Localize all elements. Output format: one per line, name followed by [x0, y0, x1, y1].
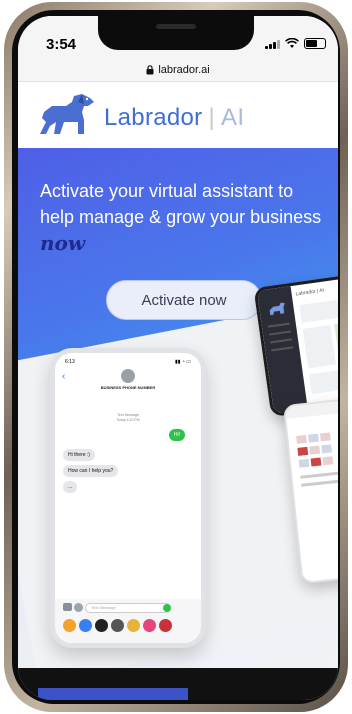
- message-incoming: How can I help you?: [63, 465, 119, 477]
- wifi-icon: [285, 38, 299, 48]
- dashboard-header: Labrador | AI: [295, 287, 325, 298]
- speaker: [156, 24, 196, 29]
- status-icons: [265, 38, 326, 49]
- lock-icon: [146, 64, 154, 74]
- hero-headline: Activate your virtual assistant to help …: [40, 181, 322, 255]
- back-icon: ‹: [62, 371, 66, 382]
- logo-name: Labrador: [104, 104, 203, 131]
- battery-icon: [304, 38, 326, 49]
- status-time: 3:54: [46, 36, 77, 53]
- signal-icon: [265, 39, 280, 49]
- message-incoming: Hi there :): [63, 449, 95, 461]
- message-outgoing: Hi!: [168, 429, 185, 441]
- mock-contact: BUSINESS PHONE NUMBER: [100, 385, 156, 390]
- activate-now-button[interactable]: Activate now: [106, 280, 262, 320]
- camera-icon: [63, 603, 72, 611]
- labrador-dog-logo: [40, 94, 94, 134]
- app-dock: [63, 619, 172, 632]
- site-header: Labrador | AI: [18, 82, 338, 148]
- hero-emphasis: now: [40, 231, 86, 255]
- logo-suffix: AI: [221, 104, 245, 131]
- send-icon: [163, 604, 171, 612]
- mock-time: 6:13: [65, 359, 75, 365]
- message-incoming: ...: [63, 481, 78, 493]
- next-section-preview: [18, 668, 338, 700]
- sms-phone-mockup: 6:13 ▮▮ ◔ ▭ ‹ BUSINESS PHONE NUMBER Text…: [50, 348, 206, 648]
- url-text: labrador.ai: [158, 63, 210, 76]
- phone-screen: 3:54 labrador.ai Labrador | AI Activate …: [18, 16, 338, 700]
- message-input: Text Message: [85, 603, 171, 613]
- notch: [98, 16, 254, 50]
- url-bar[interactable]: labrador.ai: [18, 58, 338, 82]
- hero-section: Activate your virtual assistant to help …: [18, 148, 338, 668]
- app-store-icon: [74, 603, 83, 612]
- avatar: [121, 369, 135, 383]
- logo-wordmark[interactable]: Labrador | AI: [104, 104, 244, 132]
